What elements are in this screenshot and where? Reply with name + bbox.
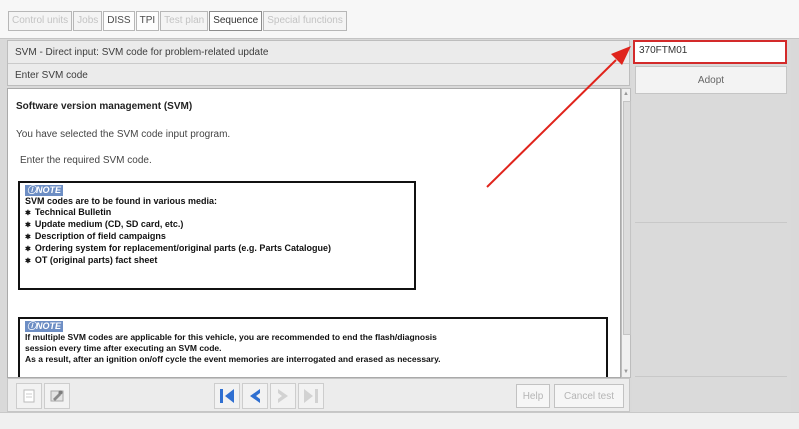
callout-arrow-overlay bbox=[486, 46, 631, 188]
status-bar bbox=[0, 412, 799, 429]
callout-arrow-line bbox=[486, 59, 617, 188]
